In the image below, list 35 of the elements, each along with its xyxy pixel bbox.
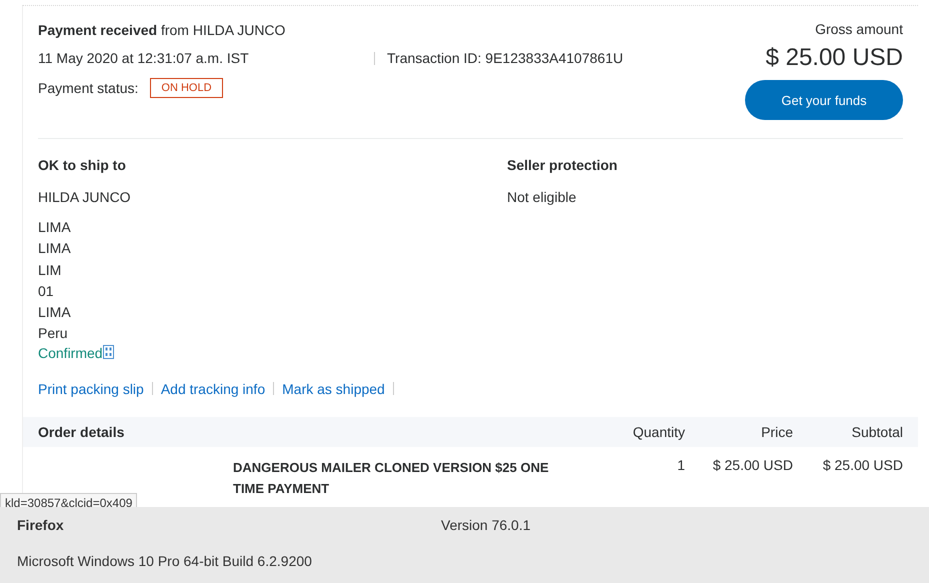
gross-amount: $ 25.00 USD <box>766 44 903 72</box>
status-badge: ON HOLD <box>150 78 223 98</box>
get-funds-button[interactable]: Get your funds <box>745 80 903 120</box>
os-info: Microsoft Windows 10 Pro 64-bit Build 6.2.9200 <box>17 553 313 569</box>
status-url-tooltip: kld=30857&clcid=0x409 <box>0 493 138 508</box>
subtotal-cell-text: $ 25.00 USD <box>822 456 903 475</box>
action-link[interactable]: Mark as shipped <box>282 380 385 397</box>
seller-protection-value: Not eligible <box>507 189 578 205</box>
item-name: DANGEROUS MAILER CLONED VERSION $25 ONE TIME PAYMENT <box>233 458 550 498</box>
column-header: Quantity <box>632 424 685 440</box>
price-cell-text: $ 25.00 USD <box>712 456 793 475</box>
address-line: 01 <box>38 282 55 301</box>
quantity-cell-text: 1 <box>676 456 685 475</box>
address-line: LIM <box>38 260 62 280</box>
payment-heading: Payment received from HILDA JUNCO <box>38 22 286 38</box>
column-header: Subtotal <box>850 424 903 440</box>
column-header: Price <box>760 424 793 440</box>
address-line: LIMA <box>38 218 72 237</box>
browser-version: Version 76.0.1 <box>441 517 531 533</box>
action-link[interactable]: Add tracking info <box>160 380 266 397</box>
confirmed-status: Confirmed <box>38 344 103 361</box>
transaction-id: Transaction ID: 9E123833A4107861U <box>387 50 624 66</box>
status-label: Payment status: <box>38 80 138 96</box>
shipping-title: OK to ship to <box>38 157 127 173</box>
action-link[interactable]: Print packing slip <box>38 380 144 397</box>
address-line: LIMA <box>38 239 72 258</box>
address-line: LIMA <box>38 303 72 322</box>
recipient-name: HILDA JUNCO <box>38 189 132 205</box>
payment-date: 11 May 2020 at 12:31:07 a.m. IST <box>38 50 250 66</box>
browser-name: Firefox <box>17 517 65 533</box>
address-line: Peru <box>38 324 69 344</box>
seller-protection-title: Seller protection <box>507 157 618 173</box>
column-header: Order details <box>38 424 126 440</box>
missing-glyph-icon <box>102 344 114 359</box>
gross-label: Gross amount <box>815 21 903 37</box>
